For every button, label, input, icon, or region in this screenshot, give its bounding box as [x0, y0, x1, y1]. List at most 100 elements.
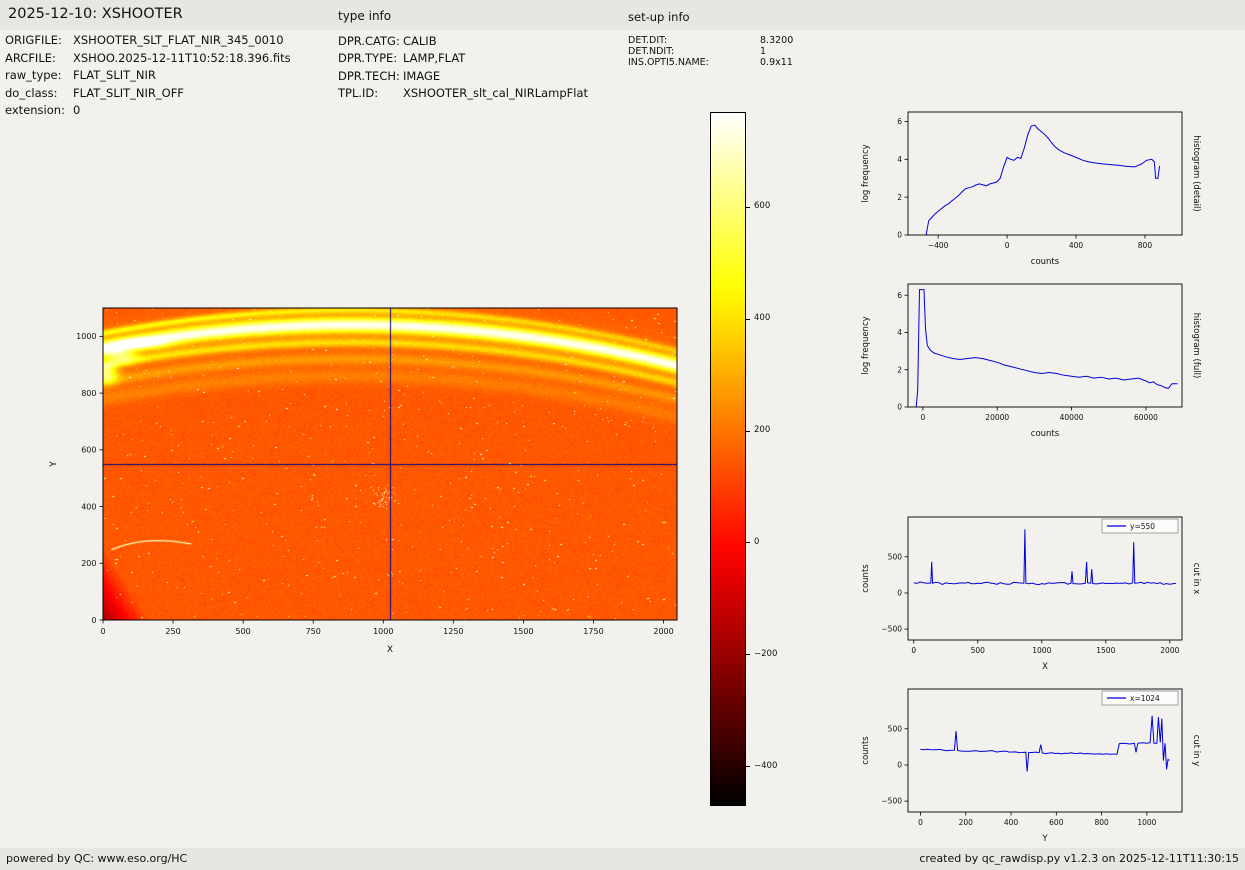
- meta-value: CALIB: [403, 34, 437, 48]
- meta-row: do_class: FLAT_SLIT_NIR_OFF: [5, 85, 291, 103]
- meta-label: DPR.TECH:: [338, 68, 400, 83]
- meta-value: FLAT_SLIT_NIR: [73, 68, 156, 82]
- svg-text:400: 400: [81, 502, 96, 511]
- cut-in-y-svg: 0 200 400 600 800 1000 −500 0 500 Ycounts cut in y…: [861, 688, 1201, 844]
- type-info-block: DPR.CATG: CALIB DPR.TYPE: LAMP,FLAT DPR.TE…: [338, 33, 588, 102]
- svg-text:500: 500: [971, 646, 986, 655]
- svg-text:x=1024: x=1024: [1130, 694, 1160, 703]
- svg-text:1000: 1000: [1032, 646, 1051, 655]
- svg-text:500: 500: [888, 552, 903, 561]
- svg-text:cut in x: cut in x: [1191, 563, 1201, 595]
- svg-text:y=550: y=550: [1130, 522, 1155, 531]
- colorbar-tick: [746, 654, 750, 656]
- svg-text:log frequency: log frequency: [861, 316, 871, 374]
- histogram-detail-plot: −400 0 400 800 0 2 4 6 counts log frequency histog…: [855, 103, 1207, 278]
- qc-report-page: 2025-12-10: XSHOOTER type info set-up in…: [0, 0, 1245, 870]
- svg-text:0: 0: [920, 413, 925, 422]
- svg-text:800: 800: [81, 389, 96, 398]
- svg-text:1500: 1500: [1096, 646, 1115, 655]
- svg-text:600: 600: [81, 446, 96, 455]
- meta-value: 0: [73, 103, 81, 117]
- svg-text:40000: 40000: [1060, 413, 1084, 422]
- cut-in-x-svg: 0 500 1000 1500 2000 −500 0 500 Xcounts cut in x y…: [861, 516, 1201, 672]
- detector-image-plot: 0 250 500 750 1000 1250 1500 1750 2000 0 200 400 600…: [40, 290, 740, 680]
- meta-row: raw_type: FLAT_SLIT_NIR: [5, 67, 291, 85]
- colorbar: 600 400 200 0 −200 −400: [710, 112, 800, 806]
- meta-label: DET.NDIT:: [628, 46, 675, 57]
- svg-text:counts: counts: [1031, 257, 1060, 267]
- meta-label: ARCFILE:: [5, 50, 56, 65]
- svg-text:counts: counts: [861, 564, 871, 593]
- meta-label: do_class:: [5, 85, 58, 100]
- top-strip: 2025-12-10: XSHOOTER type info set-up in…: [0, 0, 1245, 30]
- meta-value: IMAGE: [403, 68, 441, 83]
- colorbar-tick-label: −200: [754, 648, 778, 659]
- colorbar-tick-label: −400: [754, 760, 778, 771]
- meta-label: DPR.CATG:: [338, 34, 400, 48]
- setup-info-heading: set-up info: [628, 10, 690, 24]
- svg-text:400: 400: [1004, 818, 1019, 827]
- svg-text:500: 500: [235, 627, 250, 636]
- colorbar-tick: [746, 766, 750, 768]
- cut-in-y-plot: 0 200 400 600 800 1000 −500 0 500 Ycounts cut in y…: [855, 680, 1207, 855]
- svg-text:Y: Y: [1041, 834, 1048, 844]
- cut-in-x-plot: 0 500 1000 1500 2000 −500 0 500 Xcounts cut in x y…: [855, 508, 1207, 683]
- histogram-full-svg: 0 20000 40000 60000 0 2 4 6 counts log frequency h…: [861, 283, 1201, 439]
- svg-text:1750: 1750: [583, 627, 603, 636]
- meta-value: XSHOOTER_SLT_FLAT_NIR_345_0010: [73, 33, 284, 47]
- svg-text:X: X: [387, 645, 393, 655]
- meta-value: 0.9x11: [760, 57, 793, 68]
- colorbar-tick: [746, 542, 750, 544]
- svg-text:400: 400: [1069, 241, 1084, 250]
- svg-text:200: 200: [81, 559, 96, 568]
- meta-row: TPL.ID: XSHOOTER_slt_cal_NIRLampFlat: [338, 85, 588, 102]
- svg-text:0: 0: [897, 589, 902, 598]
- svg-text:800: 800: [1094, 818, 1109, 827]
- colorbar-tick-label: 0: [754, 536, 760, 547]
- svg-text:Y: Y: [49, 461, 59, 468]
- meta-value: XSHOO.2025-12-11T10:52:18.396.fits: [73, 50, 291, 65]
- svg-text:X: X: [1042, 662, 1048, 672]
- svg-text:0: 0: [100, 627, 105, 636]
- svg-text:0: 0: [897, 403, 902, 412]
- svg-text:500: 500: [888, 724, 903, 733]
- svg-text:600: 600: [1049, 818, 1064, 827]
- svg-text:4: 4: [897, 155, 902, 164]
- footer-left-text: powered by QC: www.eso.org/HC: [6, 852, 188, 865]
- svg-text:1500: 1500: [513, 627, 533, 636]
- colorbar-tick: [746, 430, 750, 432]
- svg-text:0: 0: [897, 231, 902, 240]
- colorbar-tick: [746, 318, 750, 320]
- svg-text:800: 800: [1138, 241, 1153, 250]
- svg-text:−500: −500: [881, 797, 902, 806]
- meta-label: ORIGFILE:: [5, 33, 62, 47]
- svg-text:0: 0: [911, 646, 916, 655]
- svg-text:0: 0: [897, 761, 902, 770]
- meta-row: ORIGFILE: XSHOOTER_SLT_FLAT_NIR_345_0010: [5, 32, 291, 50]
- svg-text:−500: −500: [881, 625, 902, 634]
- svg-text:counts: counts: [861, 736, 871, 765]
- svg-text:250: 250: [165, 627, 180, 636]
- svg-text:0: 0: [91, 616, 96, 625]
- meta-row: DPR.CATG: CALIB: [338, 33, 588, 50]
- colorbar-gradient: [710, 112, 746, 806]
- svg-text:0: 0: [918, 818, 923, 827]
- svg-text:histogram (full): histogram (full): [1191, 313, 1201, 379]
- svg-text:counts: counts: [1031, 429, 1060, 439]
- meta-label: DPR.TYPE:: [338, 51, 398, 66]
- meta-row: DPR.TECH: IMAGE: [338, 68, 588, 85]
- colorbar-tick-label: 600: [754, 201, 771, 212]
- svg-text:6: 6: [897, 117, 902, 126]
- colorbar-tick-label: 400: [754, 313, 771, 324]
- meta-row: extension: 0: [5, 102, 291, 120]
- svg-text:0: 0: [1005, 241, 1010, 250]
- svg-text:2: 2: [897, 193, 902, 202]
- svg-text:2000: 2000: [1160, 646, 1179, 655]
- svg-text:1000: 1000: [1137, 818, 1156, 827]
- colorbar-tick: [746, 206, 750, 208]
- svg-text:4: 4: [897, 328, 902, 337]
- meta-label: TPL.ID:: [338, 85, 379, 100]
- svg-text:20000: 20000: [985, 413, 1009, 422]
- meta-label: extension:: [5, 103, 65, 117]
- svg-text:1000: 1000: [373, 627, 393, 636]
